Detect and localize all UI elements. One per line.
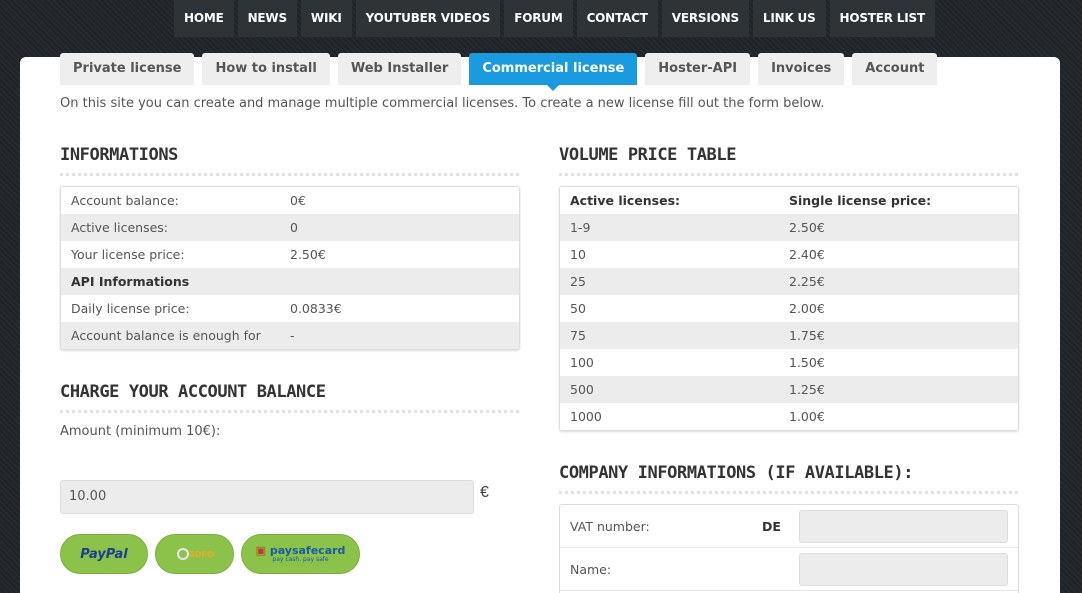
informations-table: Account balance: 0€ Active licenses: 0 You…	[60, 186, 520, 350]
nav-versions[interactable]: VERSIONS	[661, 0, 749, 37]
info-value: 0€	[290, 193, 306, 208]
nav-contact[interactable]: CONTACT	[576, 0, 658, 37]
tab-how-to-install[interactable]: How to install	[202, 53, 330, 85]
vat-row: VAT number: DE	[560, 505, 1018, 548]
table-row: 50 2.00€	[560, 295, 1018, 322]
table-row: 75 1.75€	[560, 322, 1018, 349]
sub-tabs: Private license How to install Web Insta…	[60, 53, 945, 91]
info-label: Active licenses:	[71, 220, 168, 235]
cell-licenses: 25	[570, 274, 586, 289]
tab-private-license[interactable]: Private license	[60, 53, 195, 85]
cell-price: 1.50€	[789, 355, 825, 370]
table-row: Your license price: 2.50€	[61, 241, 519, 268]
volume-title: VOLUME PRICE TABLE	[559, 145, 1018, 176]
table-header: Active licenses: Single license price:	[560, 187, 1018, 214]
intro-text: On this site you can create and manage m…	[60, 96, 825, 111]
name-input[interactable]	[799, 553, 1008, 586]
charge-title: CHARGE YOUR ACCOUNT BALANCE	[60, 382, 519, 413]
company-form: VAT number: DE Name:	[559, 504, 1019, 593]
table-row: Account balance is enough for -	[61, 322, 519, 349]
nav-wiki[interactable]: WIKI	[300, 0, 352, 37]
nav-forum[interactable]: FORUM	[504, 0, 573, 37]
nav-news[interactable]: NEWS	[237, 0, 297, 37]
nav-home[interactable]: HOME	[174, 0, 234, 37]
cell-price: 1.00€	[789, 409, 825, 424]
cell-licenses: 500	[570, 382, 594, 397]
cell-price: 1.25€	[789, 382, 825, 397]
tab-web-installer[interactable]: Web Installer	[337, 53, 462, 85]
info-label: Account balance:	[71, 193, 179, 208]
name-label: Name:	[570, 562, 612, 577]
table-row: Account balance: 0€	[61, 187, 519, 214]
top-navigation: HOME NEWS WIKI YOUTUBER VIDEOS FORUM CON…	[174, 0, 939, 37]
lock-icon: ▣	[255, 544, 266, 557]
info-value: 0.0833€	[290, 301, 342, 316]
nav-link-us[interactable]: LINK US	[752, 0, 826, 37]
info-value: 0	[290, 220, 298, 235]
paysafecard-logo: ▣ paysafecard	[256, 545, 346, 556]
cell-price: 1.75€	[789, 328, 825, 343]
informations-title: INFORMATIONS	[60, 145, 519, 176]
amount-label: Amount (minimum 10€):	[60, 424, 221, 439]
cell-price: 2.25€	[789, 274, 825, 289]
cell-price: 2.00€	[789, 301, 825, 316]
header-active-licenses: Active licenses:	[570, 193, 681, 208]
cell-licenses: 1-9	[570, 220, 591, 235]
cell-licenses: 75	[570, 328, 586, 343]
cell-licenses: 1000	[570, 409, 602, 424]
info-label: Your license price:	[71, 247, 185, 262]
info-label: Daily license price:	[71, 301, 190, 316]
cell-licenses: 50	[570, 301, 586, 316]
company-title: COMPANY INFORMATIONS (IF AVAILABLE):	[559, 463, 1018, 494]
paypal-button[interactable]: PayPal	[60, 534, 148, 574]
paypal-logo: PayPal	[80, 546, 128, 562]
nav-hoster-list[interactable]: HOSTER LIST	[829, 0, 935, 37]
tab-invoices[interactable]: Invoices	[758, 53, 845, 85]
vat-input[interactable]	[799, 510, 1008, 543]
cell-licenses: 10	[570, 247, 586, 262]
sofort-logo-icon: SOFORT	[176, 548, 215, 560]
currency-symbol: €	[480, 484, 489, 501]
vat-country-prefix: DE	[762, 519, 781, 534]
info-section-label: API Informations	[71, 274, 190, 289]
volume-price-table: Active licenses: Single license price: 1-…	[559, 186, 1019, 431]
info-value: 2.50€	[290, 247, 326, 262]
vat-label: VAT number:	[570, 519, 650, 534]
table-row: Daily license price: 0.0833€	[61, 295, 519, 322]
table-row: 100 1.50€	[560, 349, 1018, 376]
name-row: Name:	[560, 548, 1018, 591]
table-row: Active licenses: 0	[61, 214, 519, 241]
tab-account[interactable]: Account	[852, 53, 938, 85]
info-label: Account balance is enough for	[71, 328, 261, 343]
table-row: API Informations	[61, 268, 519, 295]
paysafecard-tagline: pay cash. pay safe	[272, 556, 329, 563]
tab-commercial-license[interactable]: Commercial license	[469, 53, 638, 91]
table-row: 1-9 2.50€	[560, 214, 1018, 241]
paysafecard-button[interactable]: ▣ paysafecard pay cash. pay safe	[241, 534, 360, 574]
table-row: 25 2.25€	[560, 268, 1018, 295]
svg-text:SOFORT: SOFORT	[189, 550, 215, 559]
header-single-price: Single license price:	[789, 193, 932, 208]
table-row: 500 1.25€	[560, 376, 1018, 403]
sofort-button[interactable]: SOFORT	[155, 534, 234, 574]
cell-price: 2.40€	[789, 247, 825, 262]
tab-hoster-api[interactable]: Hoster-API	[645, 53, 751, 85]
amount-input[interactable]: 10.00	[60, 480, 474, 514]
table-row: 10 2.40€	[560, 241, 1018, 268]
nav-youtuber-videos[interactable]: YOUTUBER VIDEOS	[355, 0, 501, 37]
cell-licenses: 100	[570, 355, 594, 370]
table-row: 1000 1.00€	[560, 403, 1018, 430]
info-value: -	[290, 328, 295, 343]
cell-price: 2.50€	[789, 220, 825, 235]
